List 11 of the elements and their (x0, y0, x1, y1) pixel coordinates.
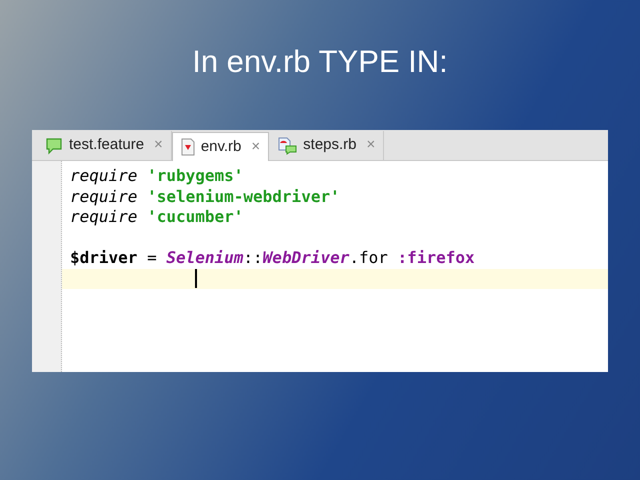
text-cursor (195, 269, 198, 288)
speech-bubble-icon (45, 136, 63, 154)
code-line: $driver = Selenium::WebDriver.for :firefox (70, 248, 475, 267)
code-line: require 'rubygems' (70, 166, 244, 185)
code-line: require 'cucumber' (70, 207, 244, 226)
close-tab-button[interactable]: × (251, 136, 260, 158)
code-line: require 'selenium-webdriver' (70, 186, 340, 206)
document-bubble-icon (277, 136, 298, 154)
editor-tab[interactable]: env.rb × (172, 132, 270, 161)
document-icon (180, 138, 195, 156)
slide-title: In env.rb TYPE IN: (192, 43, 448, 81)
